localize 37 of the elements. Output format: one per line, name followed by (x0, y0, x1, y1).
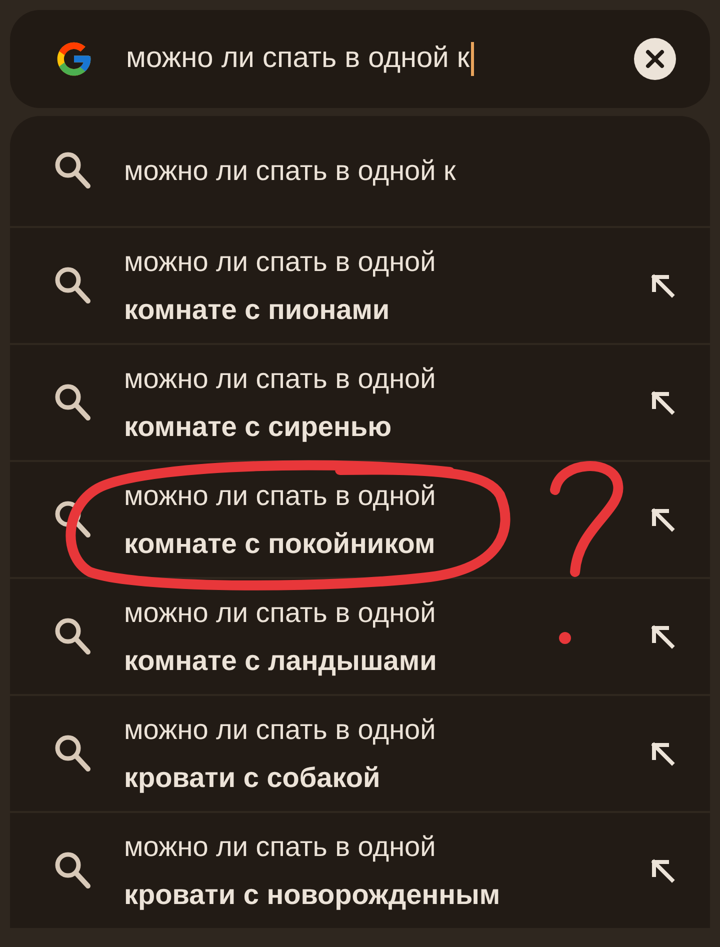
fill-query-button[interactable] (650, 390, 676, 416)
fill-query-button[interactable] (650, 624, 676, 650)
suggestion-row[interactable]: можно ли спать в одной комнате с ландышами (10, 577, 710, 694)
search-icon (54, 151, 92, 191)
suggestion-row[interactable]: можно ли спать в одной комнате с пионами (10, 226, 710, 343)
search-icon (54, 850, 92, 890)
suggestion-text: можно ли спать в одной (124, 830, 436, 864)
suggestion-completion: комнате с пионами (124, 292, 390, 326)
search-icon (54, 734, 92, 774)
suggestion-text: можно ли спать в одной к (124, 154, 456, 188)
text-cursor (470, 42, 474, 76)
suggestion-completion: кровати с собакой (124, 760, 380, 795)
suggestion-row[interactable]: можно ли спать в одной кровати с новорожденным (10, 811, 710, 928)
search-icon (54, 266, 92, 306)
suggestion-text: можно ли спать в одной (124, 478, 436, 513)
suggestion-completion: комнате с ландышами (124, 644, 437, 678)
search-icon (54, 382, 92, 422)
suggestion-row[interactable]: можно ли спать в одной к (10, 116, 710, 226)
suggestion-text: можно ли спать в одной (124, 712, 436, 747)
suggestion-row[interactable]: можно ли спать в одной кровати с собакой (10, 694, 710, 811)
fill-query-button[interactable] (650, 272, 676, 298)
search-icon (54, 500, 92, 540)
suggestion-text: можно ли спать в одной (124, 596, 436, 630)
suggestion-row[interactable]: можно ли спать в одной комнате с сиренью (10, 343, 710, 460)
suggestion-completion: комнате с покойником (124, 526, 436, 560)
suggestion-completion: комнате с сиренью (124, 410, 392, 444)
suggestion-text: можно ли спать в одной (124, 244, 436, 279)
dot-drawing (559, 632, 571, 644)
search-icon (54, 616, 92, 656)
fill-query-button[interactable] (650, 858, 676, 884)
suggestion-text: можно ли спать в одной (124, 362, 436, 396)
suggestion-completion: кровати с новорожденным (124, 878, 500, 912)
close-icon (644, 48, 666, 70)
fill-query-button[interactable] (650, 506, 676, 532)
suggestion-row[interactable]: можно ли спать в одной комнате с покойником (10, 460, 710, 577)
fill-query-button[interactable] (650, 740, 676, 766)
clear-button[interactable] (634, 38, 676, 80)
